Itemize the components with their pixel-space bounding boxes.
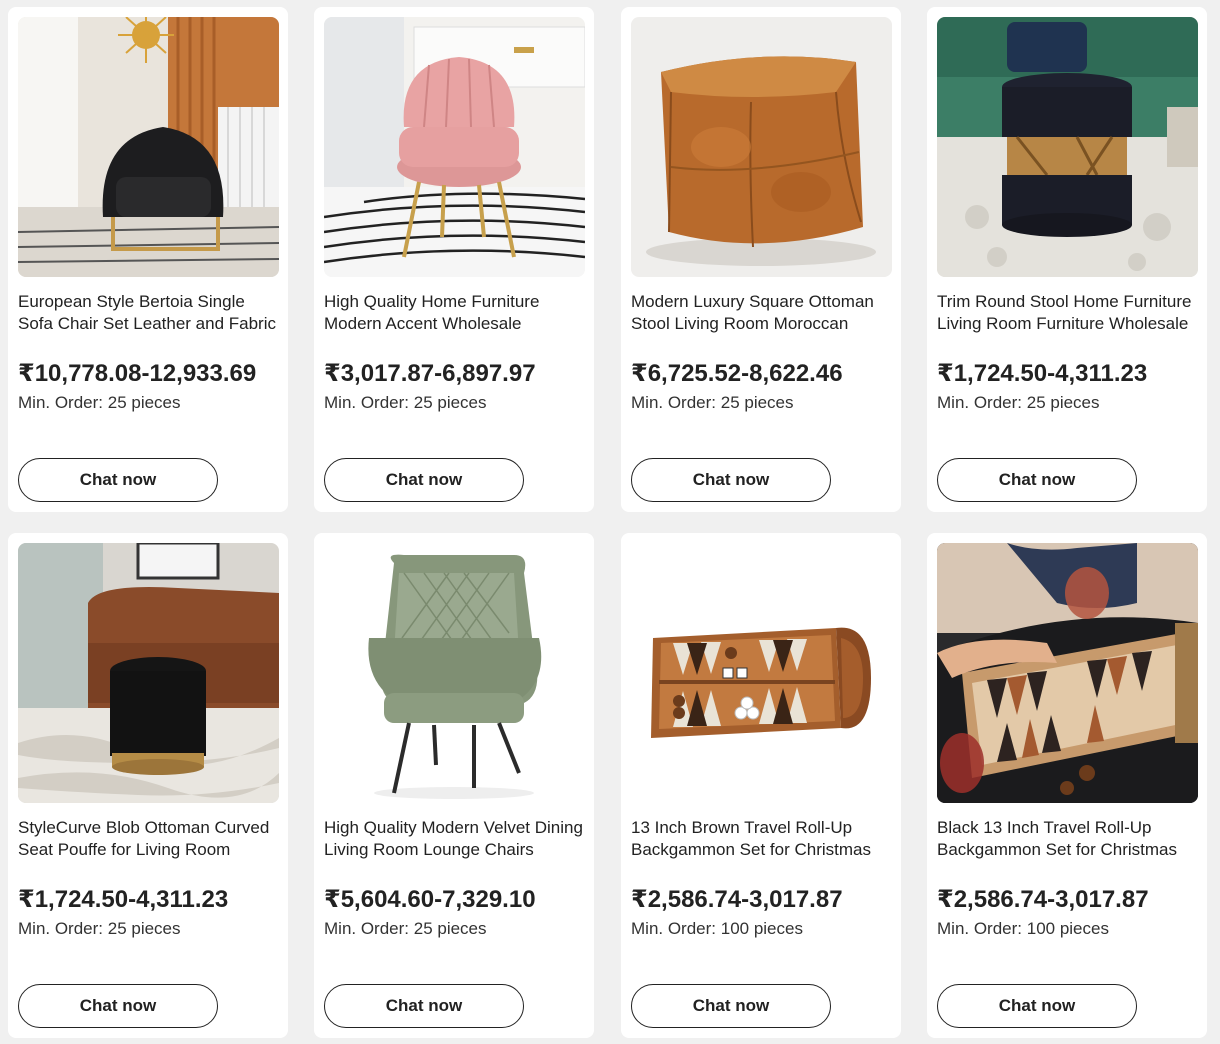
chat-now-button[interactable]: Chat now xyxy=(18,984,218,1028)
chat-now-button[interactable]: Chat now xyxy=(631,458,831,502)
product-price: ₹1,724.50-4,311.23 xyxy=(937,360,1148,387)
product-image[interactable] xyxy=(631,17,892,277)
chat-now-button[interactable]: Chat now xyxy=(324,984,524,1028)
product-image[interactable] xyxy=(18,17,279,277)
chat-now-button[interactable]: Chat now xyxy=(631,984,831,1028)
product-grid: European Style Bertoia Single Sofa Chair… xyxy=(0,0,1220,1044)
product-image[interactable] xyxy=(937,543,1198,803)
product-price: ₹3,017.87-6,897.97 xyxy=(324,360,536,387)
product-image[interactable] xyxy=(937,17,1198,277)
product-title[interactable]: StyleCurve Blob Ottoman Curved Seat Pouf… xyxy=(18,817,280,861)
chat-now-button[interactable]: Chat now xyxy=(937,984,1137,1028)
min-order: Min. Order: 100 pieces xyxy=(937,919,1109,938)
product-card[interactable]: Modern Luxury Square Ottoman Stool Livin… xyxy=(621,7,901,512)
product-price: ₹6,725.52-8,622.46 xyxy=(631,360,843,387)
product-title[interactable]: 13 Inch Brown Travel Roll-Up Backgammon … xyxy=(631,817,893,861)
product-price: ₹1,724.50-4,311.23 xyxy=(18,886,229,913)
product-price: ₹2,586.74-3,017.87 xyxy=(937,886,1149,913)
min-order: Min. Order: 100 pieces xyxy=(631,919,803,938)
product-card[interactable]: 13 Inch Brown Travel Roll-Up Backgammon … xyxy=(621,533,901,1038)
min-order: Min. Order: 25 pieces xyxy=(18,919,181,938)
chat-now-button[interactable]: Chat now xyxy=(937,458,1137,502)
min-order: Min. Order: 25 pieces xyxy=(324,919,487,938)
product-title[interactable]: High Quality Home Furniture Modern Accen… xyxy=(324,291,586,335)
product-title[interactable]: European Style Bertoia Single Sofa Chair… xyxy=(18,291,280,335)
product-image[interactable] xyxy=(18,543,279,803)
min-order: Min. Order: 25 pieces xyxy=(631,393,794,412)
product-card[interactable]: Trim Round Stool Home Furniture Living R… xyxy=(927,7,1207,512)
product-price: ₹5,604.60-7,329.10 xyxy=(324,886,536,913)
product-title[interactable]: Black 13 Inch Travel Roll-Up Backgammon … xyxy=(937,817,1199,861)
product-price: ₹10,778.08-12,933.69 xyxy=(18,360,257,387)
product-title[interactable]: High Quality Modern Velvet Dining Living… xyxy=(324,817,586,861)
product-card[interactable]: Black 13 Inch Travel Roll-Up Backgammon … xyxy=(927,533,1207,1038)
chat-now-button[interactable]: Chat now xyxy=(18,458,218,502)
min-order: Min. Order: 25 pieces xyxy=(937,393,1100,412)
product-card[interactable]: StyleCurve Blob Ottoman Curved Seat Pouf… xyxy=(8,533,288,1038)
product-title[interactable]: Modern Luxury Square Ottoman Stool Livin… xyxy=(631,291,893,335)
product-card[interactable]: High Quality Home Furniture Modern Accen… xyxy=(314,7,594,512)
product-image[interactable] xyxy=(324,543,585,803)
product-image[interactable] xyxy=(631,543,892,803)
product-card[interactable]: European Style Bertoia Single Sofa Chair… xyxy=(8,7,288,512)
product-title[interactable]: Trim Round Stool Home Furniture Living R… xyxy=(937,291,1199,335)
chat-now-button[interactable]: Chat now xyxy=(324,458,524,502)
product-card[interactable]: High Quality Modern Velvet Dining Living… xyxy=(314,533,594,1038)
min-order: Min. Order: 25 pieces xyxy=(324,393,487,412)
min-order: Min. Order: 25 pieces xyxy=(18,393,181,412)
product-price: ₹2,586.74-3,017.87 xyxy=(631,886,843,913)
product-image[interactable] xyxy=(324,17,585,277)
